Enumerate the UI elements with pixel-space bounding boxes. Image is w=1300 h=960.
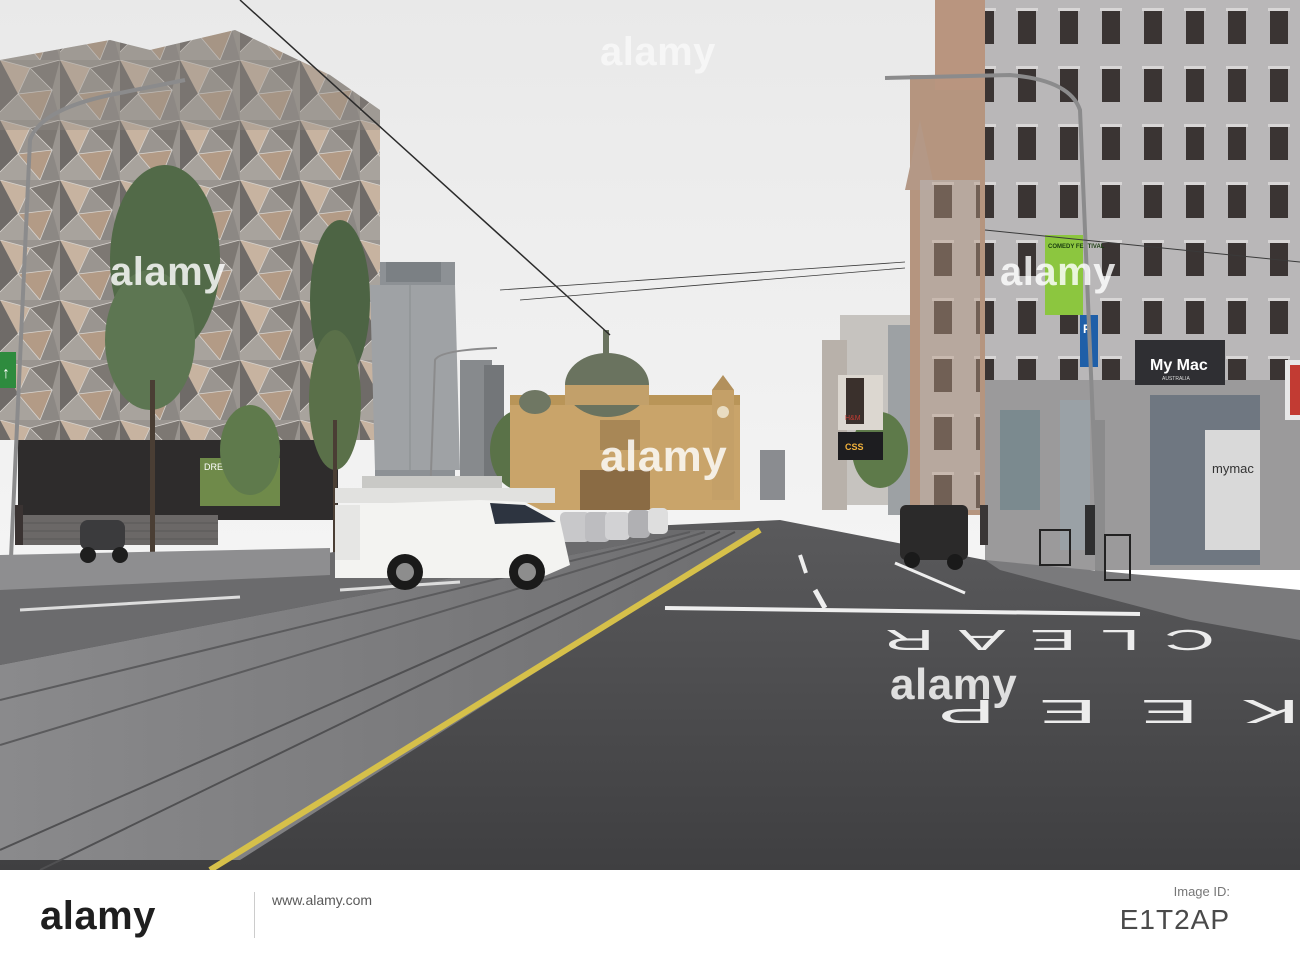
mymac-sign-text: My Mac [1150,357,1208,374]
white-van [335,476,570,590]
stock-footer: alamy www.alamy.com Image ID: E1T2AP [0,870,1300,960]
road-text-clear: CLEAR [859,624,1215,656]
mymac-sub-text: AUSTRALIA [1162,376,1190,382]
alamy-logo: alamy [40,894,156,938]
watermark-center: alamy [600,432,728,481]
css-billboard-text: CSS [845,442,864,452]
image-id-label: Image ID: [1173,884,1230,899]
watermark-right: alamy [1000,250,1116,294]
footer-url: www.alamy.com [272,892,373,908]
watermark-bottom-right: alamy [890,660,1018,709]
image-id: E1T2AP [1119,904,1230,935]
hm-billboard-text: H&M [845,415,861,422]
watermark-top: alamy [600,30,716,74]
watermark-left: alamy [110,250,226,294]
svg-text:↑: ↑ [2,365,10,382]
mymac-window-text: mymac [1212,461,1254,476]
footer-divider [254,892,255,938]
